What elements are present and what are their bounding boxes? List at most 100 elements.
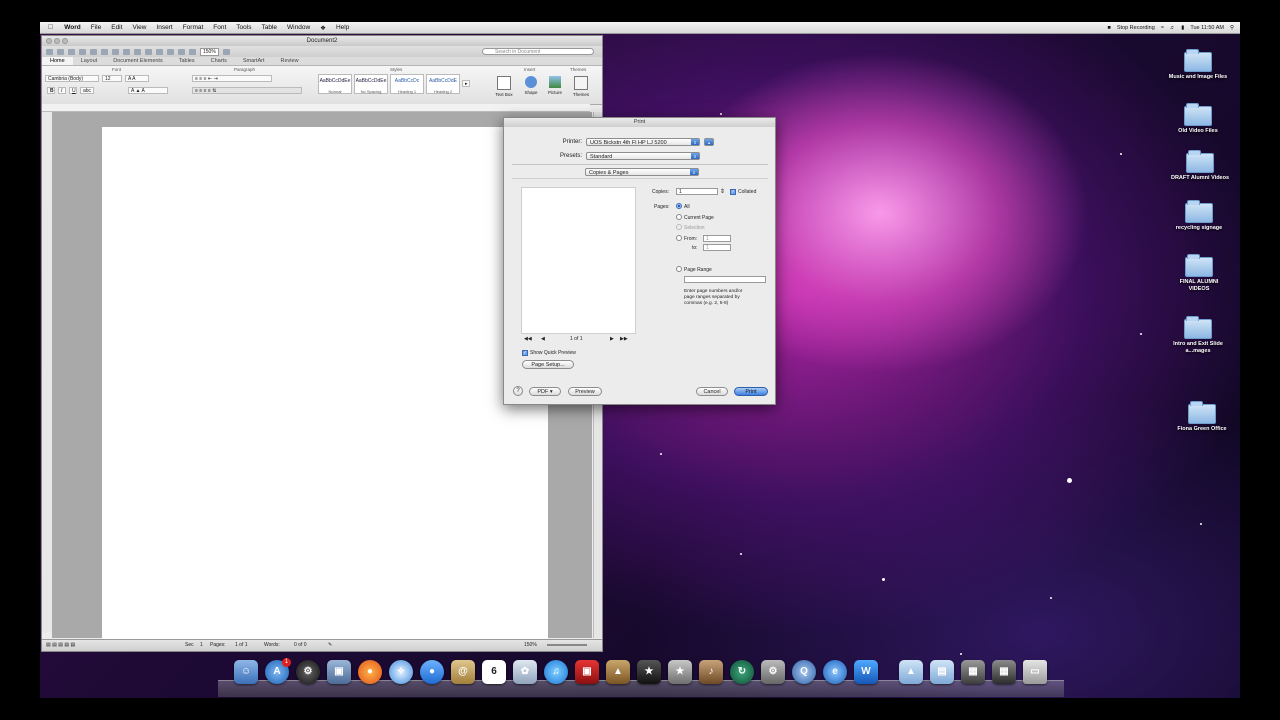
themes-button[interactable]: Themes: [568, 76, 594, 97]
horizontal-ruler[interactable]: [42, 104, 590, 112]
italic-button[interactable]: I: [58, 87, 66, 94]
redo-icon[interactable]: [156, 48, 163, 55]
zoom-window-button[interactable]: [62, 38, 68, 44]
menu-window[interactable]: Window: [282, 24, 315, 31]
presets-select[interactable]: Standard ⇕: [586, 152, 700, 160]
page-range-radio[interactable]: [676, 266, 682, 272]
menu-format[interactable]: Format: [178, 24, 209, 31]
downloads-stack-icon[interactable]: ▦: [961, 660, 985, 684]
preview-app-icon[interactable]: ▣: [327, 660, 351, 684]
menu-font[interactable]: Font: [208, 24, 231, 31]
menu-file[interactable]: File: [86, 24, 106, 31]
system-preferences-icon[interactable]: ⚙: [761, 660, 785, 684]
tab-review[interactable]: Review: [273, 57, 307, 65]
volume-icon[interactable]: ♬: [1170, 25, 1176, 31]
copies-stepper-icon[interactable]: ⇕: [720, 188, 725, 195]
desktop-folder[interactable]: recycling signage: [1169, 200, 1229, 232]
time-machine-icon[interactable]: ↻: [730, 660, 754, 684]
style-normal[interactable]: AaBbCcDdEe Normal: [318, 74, 352, 94]
ical-icon[interactable]: 6: [482, 660, 506, 684]
grow-shrink-font-buttons[interactable]: A A: [125, 75, 149, 82]
open-icon[interactable]: [68, 48, 75, 55]
cut-icon[interactable]: [101, 48, 108, 55]
underline-button[interactable]: U: [69, 87, 77, 94]
menu-insert[interactable]: Insert: [151, 24, 177, 31]
stop-recording-icon[interactable]: ■: [1108, 25, 1111, 31]
itunes-icon[interactable]: ♫: [544, 660, 568, 684]
show-preview-checkbox[interactable]: ✓: [522, 350, 528, 356]
document-page[interactable]: [102, 127, 548, 642]
spotlight-icon[interactable]: ⚲: [1230, 25, 1234, 31]
shape-button[interactable]: Shape: [518, 76, 544, 95]
menu-help[interactable]: Help: [331, 24, 354, 31]
desktop-folder[interactable]: Old Video Files: [1168, 103, 1228, 135]
zoom-select[interactable]: 150%: [200, 47, 219, 56]
iphoto-icon[interactable]: ✿: [513, 660, 537, 684]
picture-button[interactable]: Picture: [542, 76, 568, 95]
address-book-icon[interactable]: @: [451, 660, 475, 684]
desktop-folder[interactable]: FINAL ALUMNI VIDEOS: [1169, 254, 1229, 292]
cancel-button[interactable]: Cancel: [696, 387, 728, 396]
printer-select[interactable]: UOS Bickstn 4th Fl HP LJ 5200 ⇕: [586, 138, 700, 146]
desktop-folder[interactable]: DRAFT Alumni Videos: [1170, 150, 1230, 182]
trash-icon[interactable]: ▭: [1023, 660, 1047, 684]
quicktime-icon[interactable]: Q: [792, 660, 816, 684]
dashboard-icon[interactable]: ⚙: [296, 660, 320, 684]
style-heading-2[interactable]: AaBbCcDdE Heading 2: [426, 74, 460, 94]
help-button[interactable]: ?: [513, 386, 523, 396]
garageband-icon[interactable]: ♪: [699, 660, 723, 684]
menu-view[interactable]: View: [127, 24, 151, 31]
list-buttons[interactable]: ≡ ≡ ≡ ⇤ ⇥: [192, 75, 272, 82]
pilcrow-icon[interactable]: [167, 48, 174, 55]
desktop-folder[interactable]: Music and Image Files: [1168, 49, 1228, 81]
imovie-icon[interactable]: ★: [637, 660, 661, 684]
tab-tables[interactable]: Tables: [171, 57, 203, 65]
last-page-icon[interactable]: ▶▶: [620, 336, 628, 342]
desktop-folder[interactable]: Intro and Exit Slide a...mages: [1168, 316, 1228, 354]
wifi-icon[interactable]: ≈: [1161, 25, 1164, 31]
print-icon[interactable]: [90, 48, 97, 55]
safari-icon[interactable]: ✧: [389, 660, 413, 684]
style-no-spacing[interactable]: AaBbCcDdEe No Spacing: [354, 74, 388, 94]
screenshots-stack-icon[interactable]: ▦: [992, 660, 1016, 684]
menu-edit[interactable]: Edit: [106, 24, 127, 31]
firefox-icon[interactable]: ●: [358, 660, 382, 684]
tab-charts[interactable]: Charts: [203, 57, 235, 65]
word-icon[interactable]: W: [854, 660, 878, 684]
zoom-slider[interactable]: [547, 644, 587, 646]
to-input[interactable]: 1: [703, 244, 731, 251]
iphoto-library-icon[interactable]: ▲: [606, 660, 630, 684]
tab-layout[interactable]: Layout: [73, 57, 106, 65]
page-setup-button[interactable]: Page Setup...: [522, 360, 574, 369]
font-color-buttons[interactable]: A ▲ A: [128, 87, 168, 94]
format-painter-icon[interactable]: [134, 48, 141, 55]
copy-icon[interactable]: [112, 48, 119, 55]
search-input[interactable]: Search in Document: [482, 48, 594, 55]
copies-input[interactable]: 1: [676, 188, 718, 195]
proofing-icon[interactable]: ✎: [328, 640, 332, 651]
finder-icon[interactable]: ☺: [234, 660, 258, 684]
style-heading-1[interactable]: AaBbCcDc Heading 1: [390, 74, 424, 94]
save-icon[interactable]: [79, 48, 86, 55]
undo-icon[interactable]: [145, 48, 152, 55]
clock[interactable]: Tue 11:50 AM: [1190, 25, 1224, 31]
alignment-buttons[interactable]: ≡ ≡ ≡ ≡ ⇅: [192, 87, 302, 94]
photo-booth-icon[interactable]: ▣: [575, 660, 599, 684]
documents-folder-icon[interactable]: ▤: [930, 660, 954, 684]
print-button[interactable]: Print: [734, 387, 768, 396]
new-doc-icon[interactable]: [46, 48, 53, 55]
first-page-icon[interactable]: ◀◀: [524, 336, 532, 342]
stop-recording-label[interactable]: Stop Recording: [1117, 25, 1155, 31]
minimize-window-button[interactable]: [54, 38, 60, 44]
script-menu-icon[interactable]: ❖: [315, 24, 331, 32]
text-box-button[interactable]: Text Box: [490, 76, 518, 97]
pages-all-radio[interactable]: [676, 203, 682, 209]
previous-page-icon[interactable]: ◀: [541, 336, 545, 342]
apple-menu-icon[interactable]: : [40, 24, 59, 31]
tab-home[interactable]: Home: [42, 57, 73, 65]
menu-word[interactable]: Word: [59, 24, 86, 31]
battery-icon[interactable]: ▮: [1181, 25, 1184, 31]
templates-icon[interactable]: [57, 48, 64, 55]
current-page-radio[interactable]: [676, 214, 682, 220]
paste-icon[interactable]: [123, 48, 130, 55]
